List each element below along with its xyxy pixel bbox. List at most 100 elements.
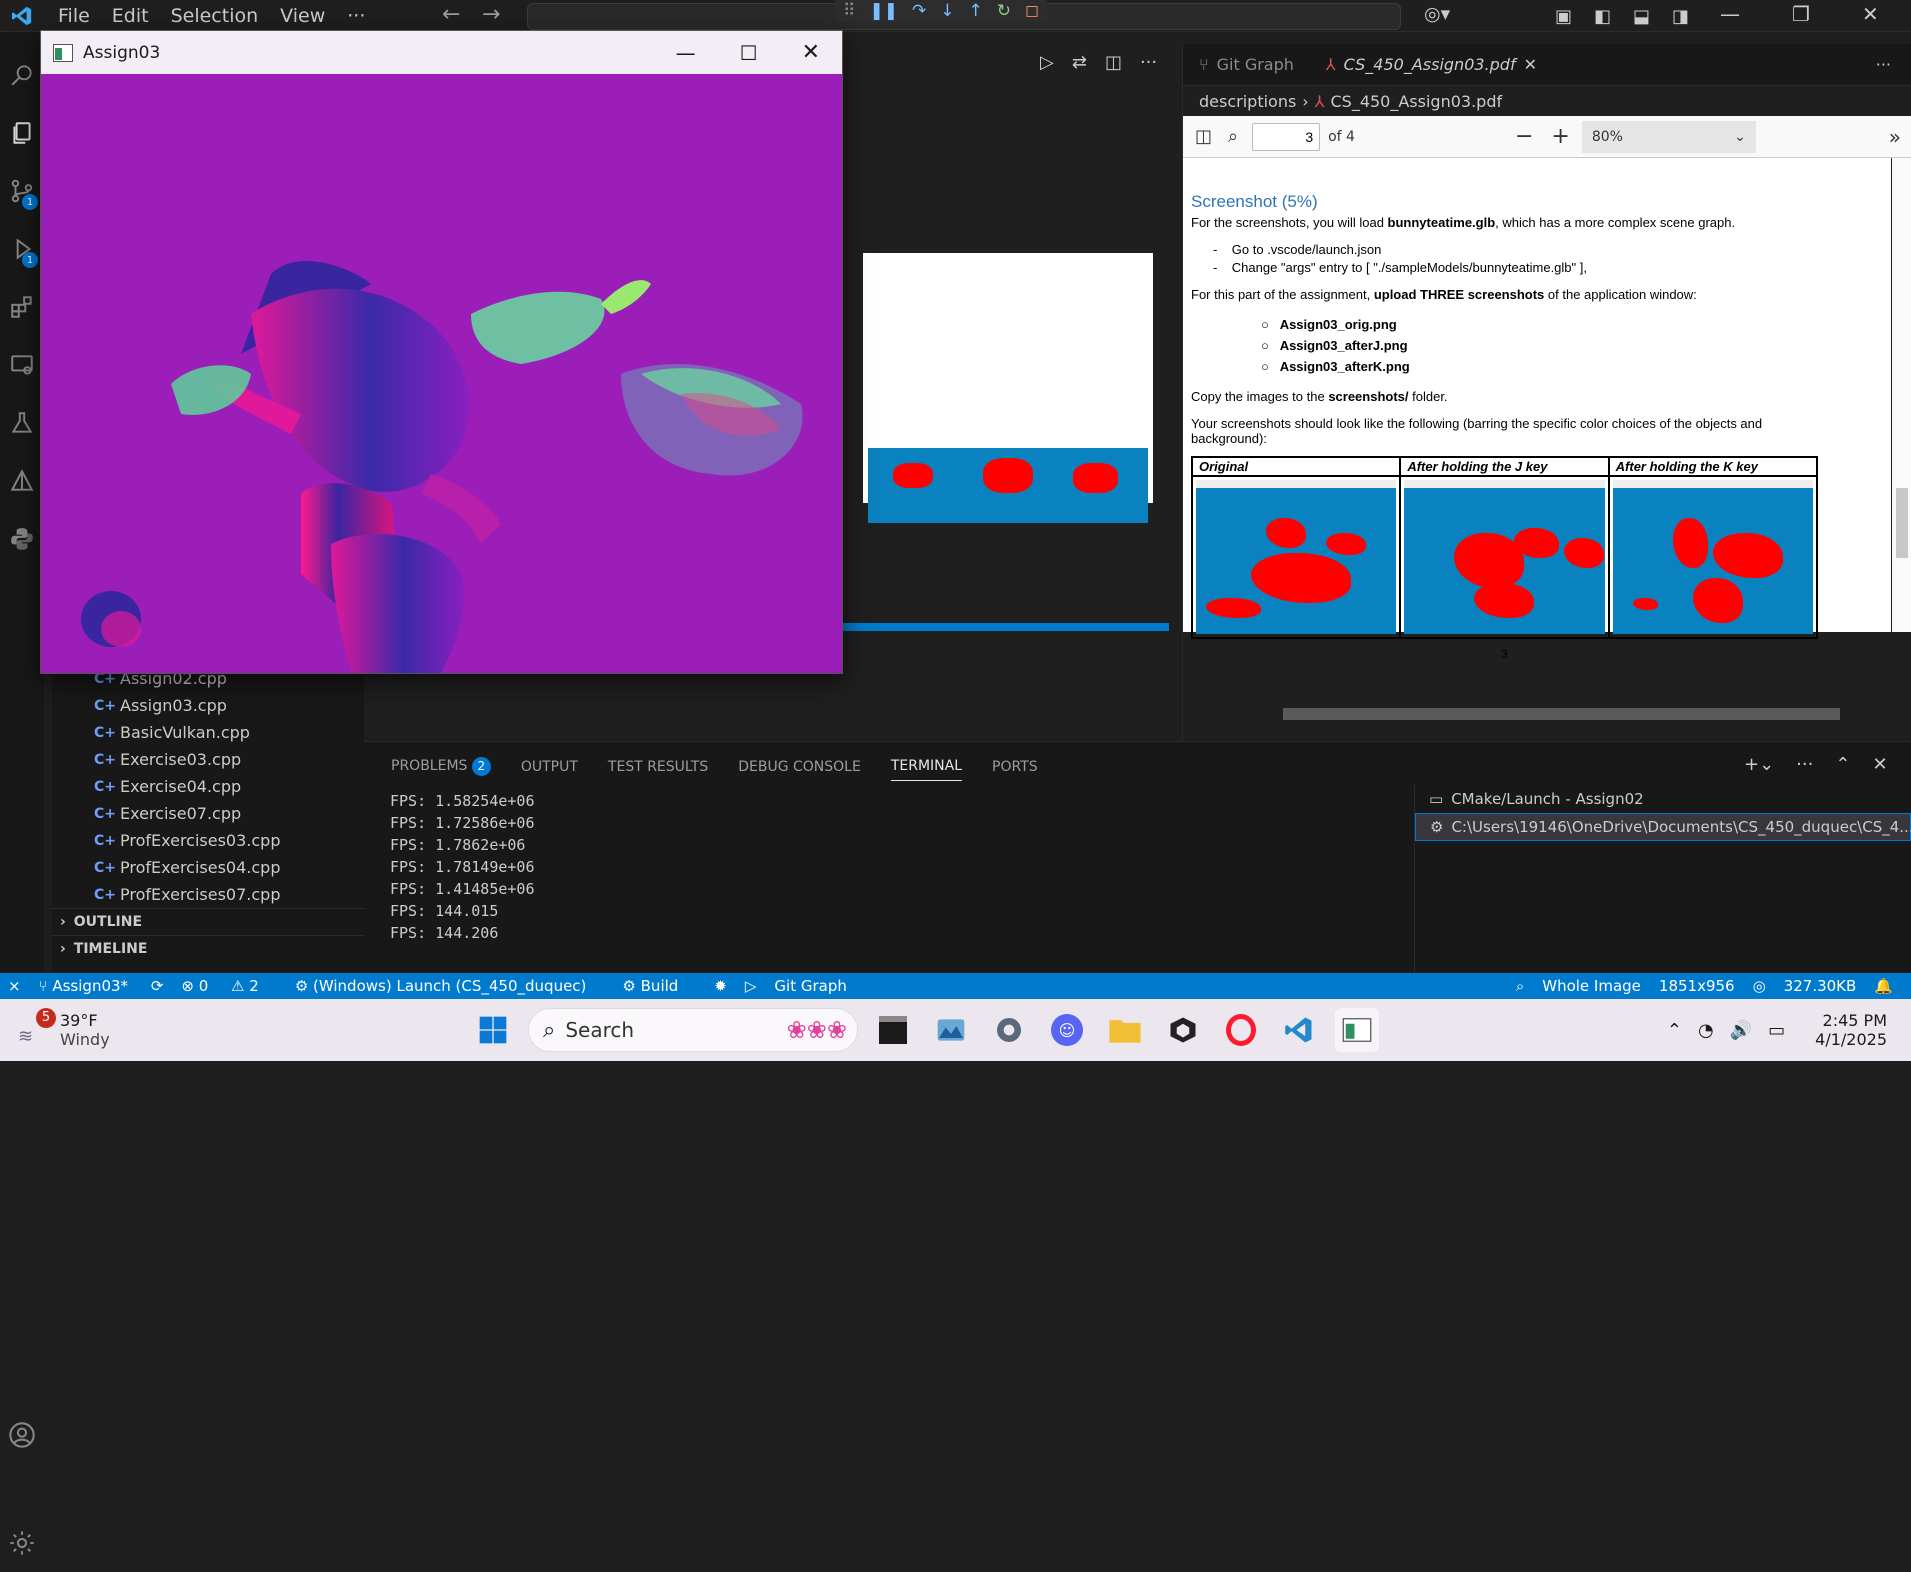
copilot-icon[interactable]: ◎▾ — [1424, 3, 1450, 25]
unity-icon[interactable] — [1161, 1008, 1205, 1052]
tab-pdf[interactable]: ⅄ CS_450_Assign03.pdf ✕ — [1310, 44, 1553, 86]
vertical-scrollbar[interactable] — [1892, 158, 1911, 632]
toggle-secondary-sidebar-icon[interactable]: ◨ — [1672, 6, 1689, 27]
assign03-app-icon[interactable] — [1335, 1008, 1379, 1052]
photos-app-icon[interactable] — [929, 1008, 973, 1052]
windows-start-icon[interactable] — [471, 1008, 515, 1052]
menu-view[interactable]: View — [280, 5, 325, 27]
terminal-app-icon[interactable] — [871, 1008, 915, 1052]
taskbar-search[interactable]: ⌕ Search ❀❀❀ — [528, 1008, 858, 1052]
toggle-panel-icon[interactable]: ⬓ — [1633, 6, 1650, 27]
notifications-bell-icon[interactable]: 🔔 — [1874, 977, 1893, 995]
more-actions-icon[interactable]: ··· — [1796, 754, 1813, 775]
drag-handle-icon[interactable]: ⠿ — [843, 1, 855, 21]
debug-icon[interactable]: ✹ — [714, 977, 727, 995]
maximize-panel-icon[interactable]: ⌃ — [1835, 754, 1850, 775]
tab-ports[interactable]: PORTS — [992, 759, 1038, 781]
close-tab-icon[interactable]: ✕ — [1524, 55, 1537, 74]
more-actions-icon[interactable]: ··· — [1140, 52, 1157, 73]
customize-layout-icon[interactable]: ▣ — [1555, 6, 1572, 27]
minimize-icon[interactable]: — — [1720, 2, 1740, 26]
maximize-icon[interactable]: ☐ — [740, 41, 758, 65]
scrollbar-thumb[interactable] — [1896, 488, 1908, 558]
settings-gear-icon[interactable] — [987, 1008, 1031, 1052]
source-control-icon[interactable]: 1 — [0, 162, 44, 220]
window-title-bar[interactable]: Assign03 — ☐ ✕ — [41, 31, 842, 74]
tab-test-results[interactable]: TEST RESULTS — [608, 759, 708, 781]
terminal-list-item[interactable]: ⚙ C:\Users\19146\OneDrive\Documents\CS_45… — [1415, 813, 1911, 841]
stop-icon[interactable]: ◻ — [1025, 1, 1039, 21]
menu-more[interactable]: ··· — [347, 5, 365, 27]
step-out-icon[interactable]: ↑ — [968, 1, 982, 21]
whole-image-item[interactable]: Whole Image — [1542, 977, 1641, 995]
zoom-out-icon[interactable]: − — [1515, 124, 1533, 149]
back-arrow-icon[interactable]: ← — [442, 2, 460, 27]
branch-item[interactable]: ⑂ Assign03* ⟳ — [39, 977, 164, 995]
split-editor-icon[interactable]: ◫ — [1105, 52, 1122, 73]
tab-problems[interactable]: PROBLEMS 2 — [391, 757, 491, 782]
tab-debug-console[interactable]: DEBUG CONSOLE — [738, 759, 861, 781]
compare-icon[interactable]: ⇄ — [1072, 52, 1087, 73]
testing-icon[interactable] — [0, 394, 44, 452]
file-item[interactable]: C+ Exercise04.cpp — [52, 773, 364, 800]
chevron-up-icon[interactable]: ⌃ — [1667, 1020, 1682, 1041]
file-item[interactable]: C+ Assign03.cpp — [52, 692, 364, 719]
file-item[interactable]: C+ Exercise07.cpp — [52, 800, 364, 827]
weather-widget[interactable]: ≋ 5 39°F Windy — [18, 1008, 158, 1049]
remote-explorer-icon[interactable] — [0, 336, 44, 394]
zoom-in-icon[interactable]: + — [1551, 124, 1569, 149]
toggle-sidebar-icon[interactable]: ◧ — [1594, 6, 1611, 27]
menu-edit[interactable]: Edit — [112, 5, 149, 27]
run-debug-icon[interactable]: 1 — [0, 220, 44, 278]
tab-git-graph[interactable]: ⑂ Git Graph — [1183, 44, 1310, 86]
run-icon[interactable]: ▷ — [745, 977, 757, 995]
battery-icon[interactable]: ▭ — [1768, 1020, 1785, 1041]
step-into-icon[interactable]: ↓ — [940, 1, 954, 21]
forward-arrow-icon[interactable]: → — [482, 2, 500, 27]
restore-icon[interactable]: ❐ — [1792, 2, 1810, 26]
more-tools-icon[interactable]: » — [1889, 125, 1901, 149]
account-icon[interactable] — [0, 1406, 44, 1464]
menu-file[interactable]: File — [58, 5, 90, 27]
section-outline[interactable]: › OUTLINE — [52, 908, 364, 935]
terminal-output[interactable]: FPS: 1.58254e+06 FPS: 1.72586e+06 FPS: 1… — [390, 792, 535, 946]
git-graph-item[interactable]: Git Graph — [774, 977, 846, 995]
problems-item[interactable]: ⊗ 0 ⚠ 2 — [181, 977, 276, 995]
restart-icon[interactable]: ↻ — [997, 1, 1011, 21]
manage-gear-icon[interactable] — [0, 1514, 44, 1572]
file-item[interactable]: C+ Exercise03.cpp — [52, 746, 364, 773]
clock[interactable]: 2:45 PM 4/1/2025 — [1815, 1011, 1887, 1049]
more-actions-icon[interactable]: ··· — [1876, 55, 1891, 74]
tab-output[interactable]: OUTPUT — [521, 759, 578, 781]
wifi-icon[interactable]: ◔ — [1698, 1020, 1714, 1041]
explorer-icon[interactable] — [0, 104, 44, 162]
breadcrumb-file[interactable]: CS_450_Assign03.pdf — [1330, 92, 1502, 111]
volume-icon[interactable]: 🔊 — [1730, 1020, 1752, 1041]
opera-icon[interactable] — [1219, 1008, 1263, 1052]
zoom-select[interactable]: 80% ⌄ — [1581, 120, 1756, 153]
remote-icon[interactable]: ⨯ — [8, 977, 21, 995]
close-icon[interactable]: ✕ — [802, 40, 820, 65]
vscode-taskbar-icon[interactable] — [1277, 1008, 1321, 1052]
extensions-icon[interactable] — [0, 278, 44, 336]
build-item[interactable]: ⚙ Build — [622, 977, 696, 995]
launch-config-item[interactable]: ⚙ (Windows) Launch (CS_450_duquec) — [295, 977, 605, 995]
python-icon[interactable] — [0, 510, 44, 568]
sidebar-toggle-icon[interactable]: ◫ — [1195, 126, 1212, 147]
terminal-list-item[interactable]: ▭ CMake/Launch - Assign02 — [1415, 785, 1911, 813]
close-panel-icon[interactable]: ✕ — [1872, 754, 1887, 775]
menu-selection[interactable]: Selection — [171, 5, 259, 27]
new-terminal-icon[interactable]: +⌄ — [1744, 754, 1774, 775]
run-file-icon[interactable]: ▷ — [1040, 52, 1054, 73]
file-item[interactable]: C+ ProfExercises04.cpp — [52, 854, 364, 881]
page-number-input[interactable] — [1252, 122, 1321, 151]
file-explorer-icon[interactable] — [1103, 1008, 1147, 1052]
render-canvas[interactable] — [41, 74, 842, 673]
breadcrumb-folder[interactable]: descriptions — [1199, 92, 1296, 111]
scrollbar-thumb[interactable] — [1283, 708, 1840, 720]
search-icon[interactable] — [0, 46, 44, 104]
copilot-icon[interactable]: ◎ — [1753, 977, 1766, 995]
discord-icon[interactable]: ☺ — [1045, 1008, 1089, 1052]
file-item[interactable]: C+ ProfExercises03.cpp — [52, 827, 364, 854]
file-item[interactable]: C+ BasicVulkan.cpp — [52, 719, 364, 746]
